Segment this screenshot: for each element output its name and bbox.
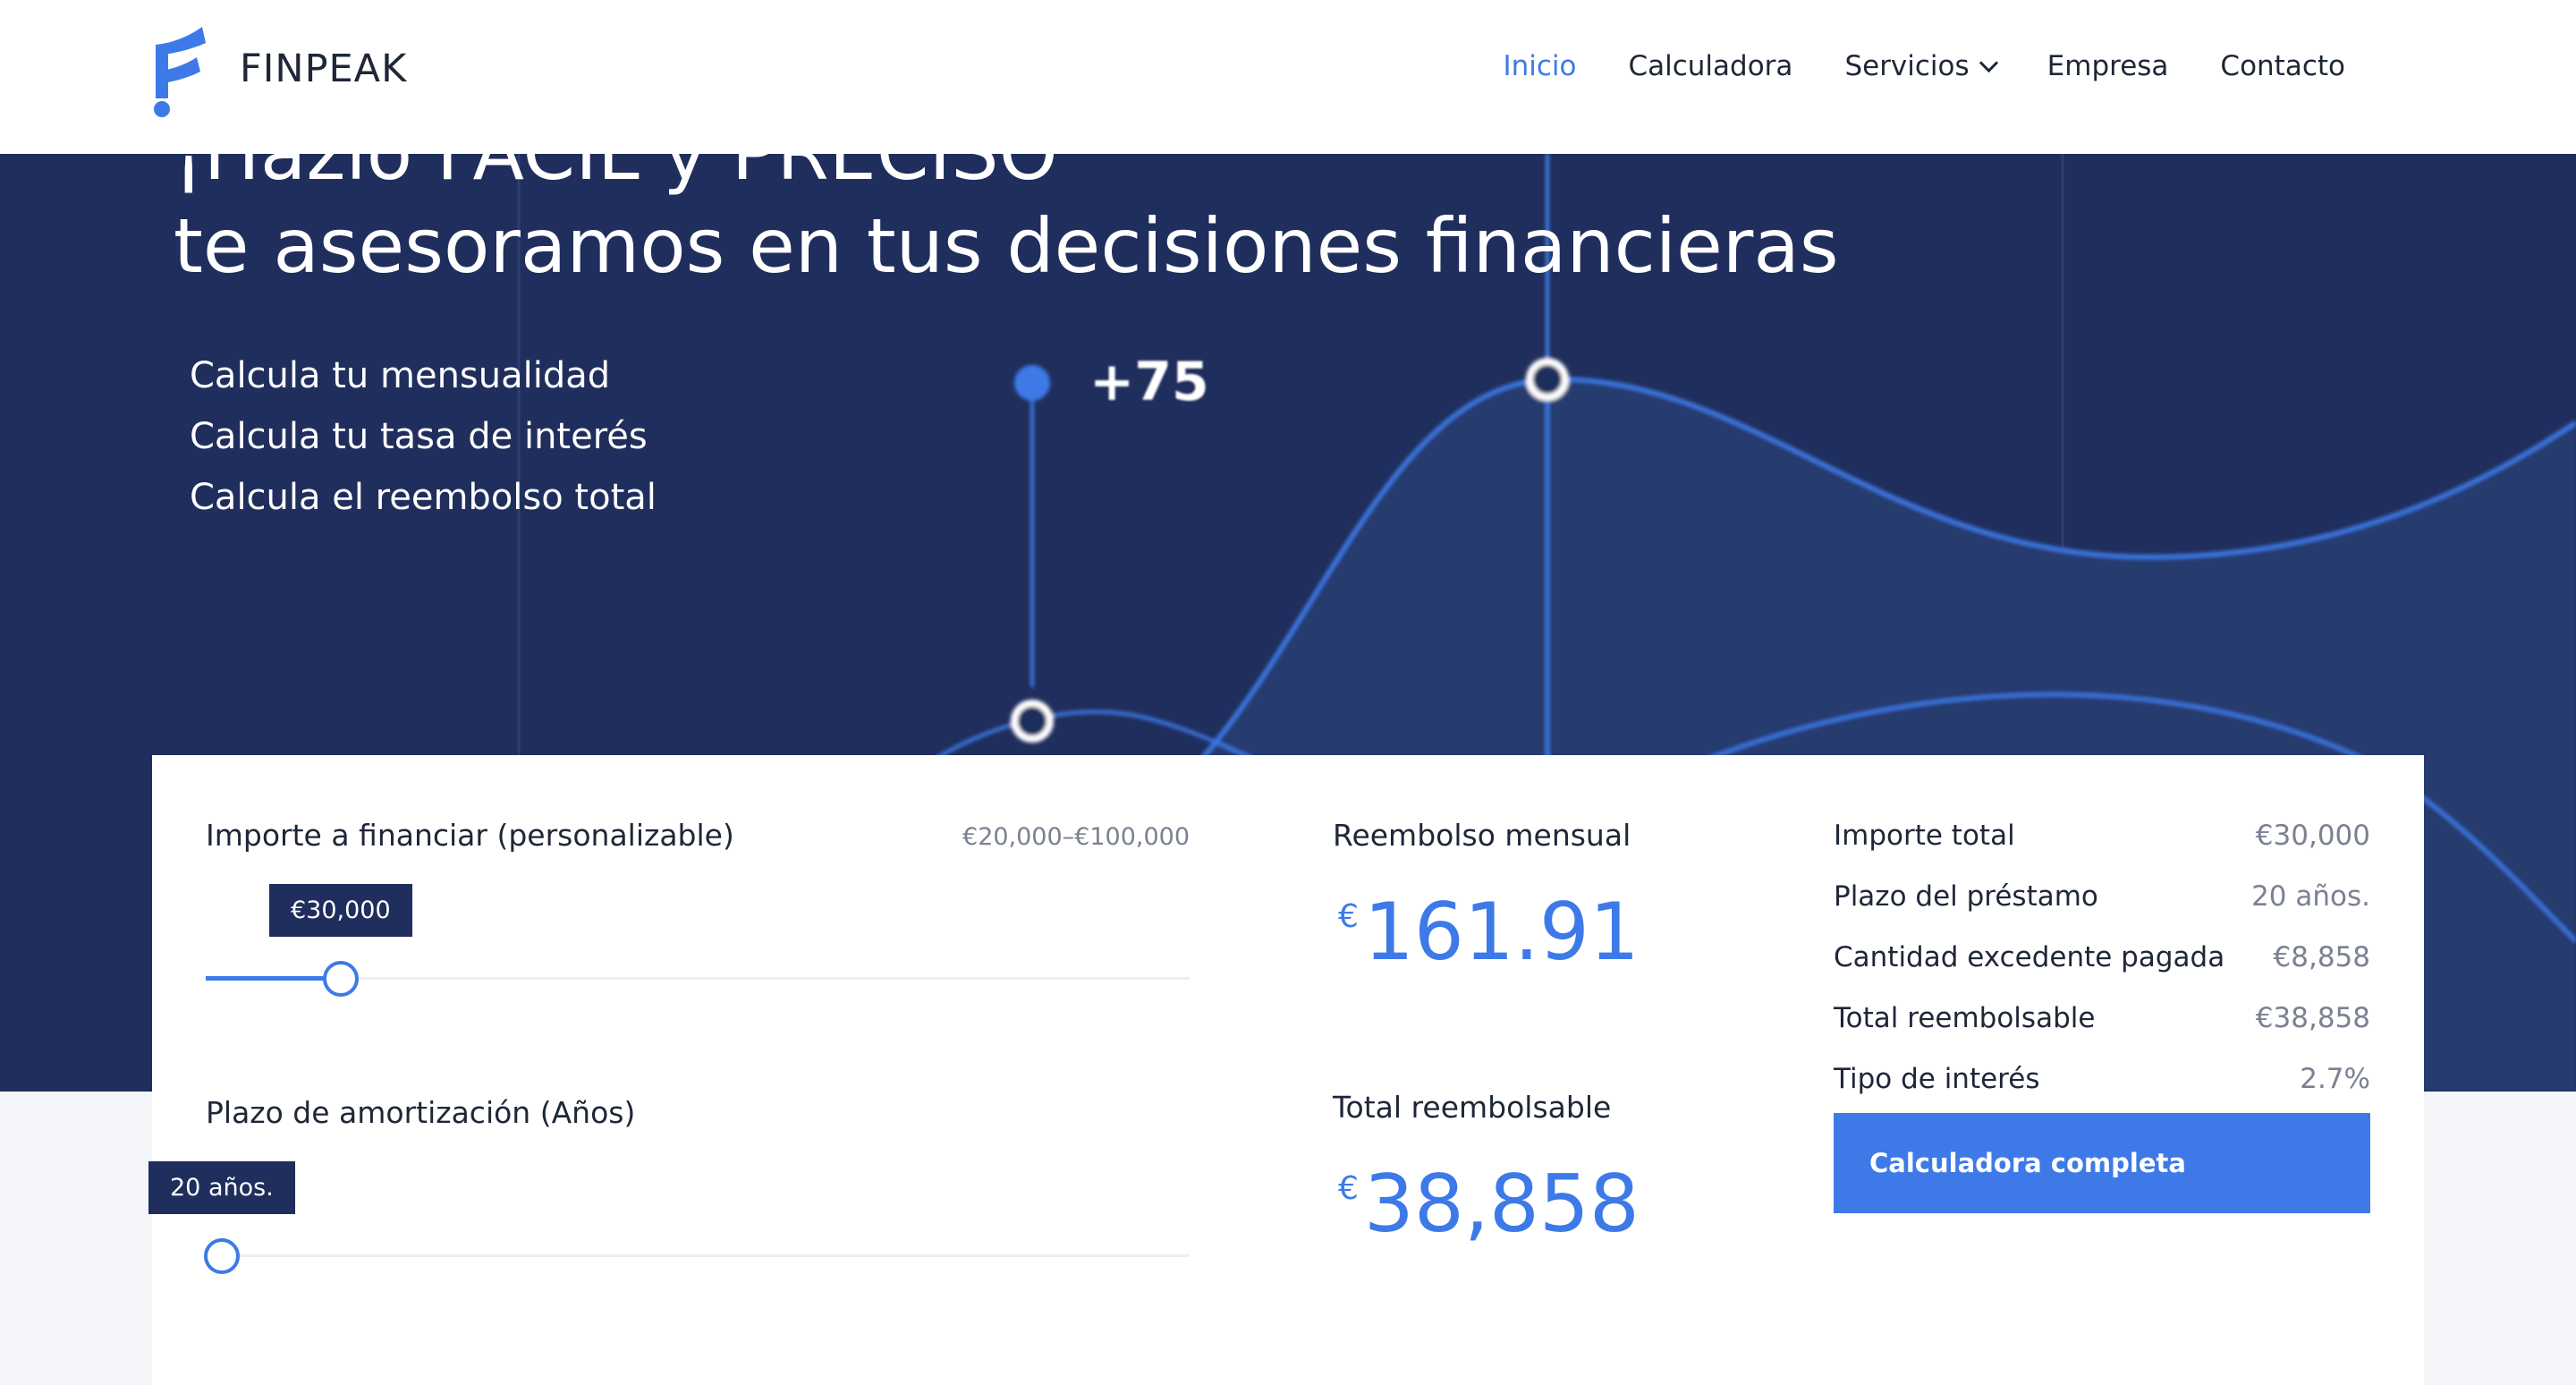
amount-value-tooltip: €30,000 (269, 884, 412, 937)
summary-value: €8,858 (2273, 941, 2370, 973)
hero-feature-list: Calcula tu mensualidad Calcula tu tasa d… (190, 345, 657, 528)
hero-marker-ring-peak (1526, 358, 1569, 401)
hero-marker-dot (1014, 365, 1050, 401)
nav-contacto[interactable]: Contacto (2220, 50, 2345, 82)
full-calculator-button[interactable]: Calculadora completa (1834, 1113, 2370, 1213)
hero-chart-label: +75 (1089, 351, 1209, 413)
hero-headline-top: ¡Hazlo FÁCIL y PRECISO (174, 154, 1058, 197)
monthly-amount: 161.91 (1363, 886, 1640, 978)
amount-slider-thumb[interactable] (323, 961, 359, 997)
nav-calculadora[interactable]: Calculadora (1628, 50, 1792, 82)
hero-feature-item: Calcula tu tasa de interés (190, 416, 648, 457)
summary-key: Tipo de interés (1834, 1063, 2040, 1095)
chevron-down-icon (1979, 53, 1998, 73)
nav-servicios-label: Servicios (1844, 50, 1970, 82)
term-slider-track[interactable] (206, 1254, 1190, 1257)
total-repayable-value: €38,858 (1338, 1158, 1640, 1250)
summary-key: Plazo del préstamo (1834, 880, 2098, 913)
summary-row: Total reembolsable €38,858 (1834, 1002, 2370, 1034)
total-currency: € (1338, 1170, 1359, 1207)
total-repayable-label: Total reembolsable (1333, 1090, 1612, 1125)
brand-name[interactable]: FINPEAK (240, 47, 407, 91)
nav-inicio[interactable]: Inicio (1503, 50, 1576, 82)
hero-headline: te asesoramos en tus decisiones financie… (174, 202, 1839, 290)
summary-value: 20 años. (2251, 880, 2370, 913)
site-header: FINPEAK Inicio Calculadora Servicios Emp… (0, 0, 2576, 154)
amount-slider-fill (206, 976, 341, 981)
hero-feature-item: Calcula el reembolso total (190, 477, 657, 518)
hero-marker-ring-low (1011, 700, 1054, 743)
nav-empresa[interactable]: Empresa (2047, 50, 2169, 82)
monthly-currency: € (1338, 898, 1359, 935)
main-nav: Inicio Calculadora Servicios Empresa Con… (1503, 50, 2345, 82)
summary-row: Plazo del préstamo 20 años. (1834, 880, 2370, 913)
summary-key: Cantidad excedente pagada (1834, 941, 2225, 973)
summary-row: Cantidad excedente pagada €8,858 (1834, 941, 2370, 973)
nav-servicios[interactable]: Servicios (1844, 50, 1998, 82)
total-amount: 38,858 (1363, 1158, 1640, 1250)
summary-value: €30,000 (2255, 820, 2370, 852)
summary-row: Tipo de interés 2.7% (1834, 1063, 2370, 1095)
summary-value: 2.7% (2300, 1063, 2370, 1095)
monthly-payment-value: €161.91 (1338, 886, 1640, 978)
term-slider-thumb[interactable] (204, 1238, 240, 1274)
summary-row: Importe total €30,000 (1834, 820, 2370, 852)
summary-key: Importe total (1834, 820, 2015, 852)
hero-feature-item: Calcula tu mensualidad (190, 355, 611, 396)
amount-range: €20,000–€100,000 (962, 823, 1190, 851)
amount-label: Importe a financiar (personalizable) (206, 818, 734, 853)
summary-key: Total reembolsable (1834, 1002, 2096, 1034)
term-label: Plazo de amortización (Años) (206, 1095, 636, 1130)
loan-calculator-panel: Importe a financiar (personalizable) €20… (148, 755, 2424, 1385)
summary-value: €38,858 (2255, 1002, 2370, 1034)
term-value-tooltip: 20 años. (148, 1161, 295, 1214)
monthly-payment-label: Reembolso mensual (1333, 818, 1631, 853)
finpeak-logo-icon[interactable] (150, 27, 206, 120)
